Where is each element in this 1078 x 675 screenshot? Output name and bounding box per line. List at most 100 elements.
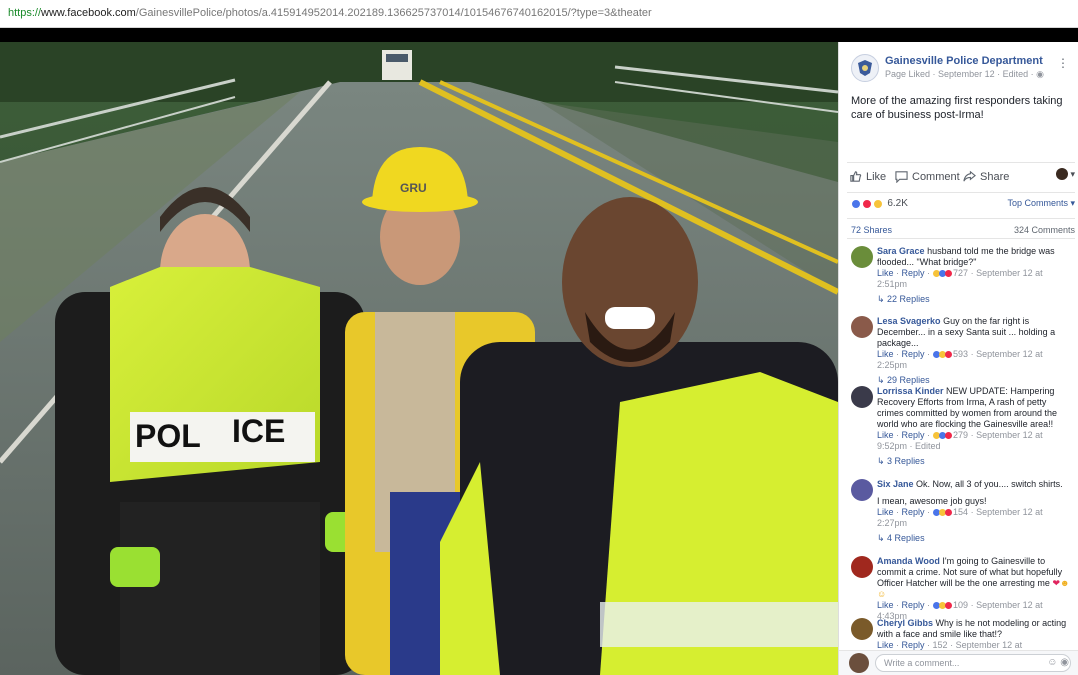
comment-like-link[interactable]: Like [877, 600, 894, 610]
commenter-avatar[interactable] [851, 386, 873, 408]
comment-meta: Like · Reply · 279 · September 12 at 9:5… [877, 430, 1043, 451]
comment-reply-link[interactable]: Reply [902, 268, 925, 278]
page-name-link[interactable]: Gainesville Police Department [885, 55, 1043, 67]
page-liked-status[interactable]: Page Liked [885, 69, 930, 79]
comment-like-link[interactable]: Like [877, 640, 894, 650]
commenter-name[interactable]: Amanda Wood [877, 556, 940, 566]
comment-body: Amanda Wood I'm going to Gainesville to … [877, 552, 1073, 600]
emoji-icon[interactable]: ☺ [1047, 657, 1057, 668]
commenter-avatar[interactable] [851, 479, 873, 501]
comment-reply-link[interactable]: Reply [902, 640, 925, 650]
comment-meta: Like · Reply · 727 · September 12 at 2:5… [877, 268, 1043, 289]
url-host: www.facebook.com [41, 7, 136, 19]
share-button[interactable]: Share [963, 170, 1009, 183]
hat-text: GRU [400, 181, 427, 195]
comment-label: Comment [912, 170, 960, 183]
engagement-counts: 72 Shares 324 Comments [851, 225, 1075, 235]
divider [847, 162, 1075, 163]
commenter-name[interactable]: Sara Grace [877, 246, 925, 256]
comment-like-link[interactable]: Like [877, 430, 894, 440]
view-replies-link[interactable]: ↳ 3 Replies [877, 452, 1073, 471]
comment-reaction-count[interactable]: 727 [953, 268, 968, 278]
divider [847, 238, 1075, 239]
comment-item: Amanda Wood I'm going to Gainesville to … [839, 552, 1078, 621]
divider [847, 218, 1075, 219]
comment-text: Ok. Now, all 3 of you.... switch shirts. [916, 479, 1063, 489]
view-replies-link[interactable]: ↳ 4 Replies [877, 529, 1073, 548]
comment-like-link[interactable]: Like [877, 268, 894, 278]
comment-body: Lorrissa Kinder NEW UPDATE: Hampering Re… [877, 382, 1073, 430]
top-comments-dropdown[interactable]: Top Comments ▾ [1007, 198, 1075, 209]
comment-reaction-count[interactable]: 279 [953, 430, 968, 440]
post-header: Gainesville Police Department Page Liked… [851, 54, 1071, 90]
post-edited[interactable]: Edited [1003, 69, 1029, 79]
more-options-icon[interactable]: ⋮ [1057, 56, 1069, 70]
comment-item: Lesa Svagerko Guy on the far right is De… [839, 312, 1078, 385]
commenter-avatar[interactable] [851, 316, 873, 338]
view-replies-link[interactable]: ↳ 22 Replies [877, 290, 1073, 309]
love-reaction-icon [944, 509, 952, 517]
viewer-top-band [0, 28, 1078, 42]
post-text: More of the amazing first responders tak… [851, 95, 1063, 121]
comments-count[interactable]: 324 Comments [1014, 225, 1075, 235]
comment-reaction-count[interactable]: 152 [933, 640, 948, 650]
comment-item: Lorrissa Kinder NEW UPDATE: Hampering Re… [839, 382, 1078, 475]
comment-button[interactable]: Comment [895, 170, 960, 183]
camera-icon[interactable]: ◉ [1060, 657, 1069, 668]
reactions-summary[interactable]: 6.2K Top Comments ▾ [851, 198, 1075, 212]
comment-list: Sara Grace husband told me the bridge wa… [839, 242, 1078, 654]
page-avatar[interactable] [851, 54, 879, 82]
url-text[interactable]: https://www.facebook.com/GainesvillePoli… [8, 7, 652, 19]
comment-time[interactable]: September 12 at [956, 640, 1023, 650]
comment-composer: Write a comment... ☺ ◉ [839, 650, 1078, 675]
comment-like-link[interactable]: Like [877, 349, 894, 359]
comment-reply-link[interactable]: Reply [902, 430, 925, 440]
wow-reaction-icon [872, 198, 883, 209]
love-reaction-icon [861, 198, 872, 209]
post-meta: Page Liked · September 12 · Edited · ◉ [885, 69, 1044, 79]
photo-viewer[interactable]: POL ICE GRU [0, 42, 838, 675]
love-reaction-icon [944, 351, 952, 359]
comment-item: Six Jane Ok. Now, all 3 of you.... switc… [839, 475, 1078, 552]
comment-reply-link[interactable]: Reply [902, 507, 925, 517]
police-badge-icon [858, 60, 872, 76]
comment-like-link[interactable]: Like [877, 507, 894, 517]
comment-reaction-count[interactable]: 109 [953, 600, 968, 610]
comment-meta: Like · Reply · 154 · September 12 at 2:2… [877, 507, 1043, 528]
heart-emoji-icon: ❤ [1052, 578, 1060, 588]
url-scheme: https:// [8, 7, 42, 19]
like-reaction-icon [851, 198, 861, 209]
reaction-selector[interactable]: ▾ [1056, 168, 1075, 180]
share-icon [963, 170, 976, 182]
globe-icon: ◉ [1036, 69, 1044, 79]
commenter-name[interactable]: Six Jane [877, 479, 914, 489]
share-label: Share [980, 170, 1010, 183]
address-bar[interactable]: https://www.facebook.com/GainesvillePoli… [0, 0, 1078, 28]
commenter-name[interactable]: Cheryl Gibbs [877, 618, 933, 628]
write-comment-input[interactable]: Write a comment... [875, 654, 1071, 672]
comment-text-second-line: I mean, awesome job guys! [877, 496, 987, 506]
comment-edited[interactable]: Edited [915, 441, 941, 451]
commenter-avatar[interactable] [851, 618, 873, 640]
heart-eyes-emoji-icon: ☺ [877, 589, 887, 599]
comment-reaction-count[interactable]: 593 [953, 349, 968, 359]
shares-link[interactable]: 72 Shares [851, 225, 892, 235]
comment-reply-link[interactable]: Reply [902, 349, 925, 359]
commenter-avatar[interactable] [851, 556, 873, 578]
post-sidebar: Gainesville Police Department Page Liked… [838, 42, 1078, 675]
post-actions: Like Comment Share ▾ [849, 168, 1075, 188]
caret-down-icon: ▾ [1070, 168, 1075, 179]
comment-reply-link[interactable]: Reply [902, 600, 925, 610]
commenter-name[interactable]: Lesa Svagerko [877, 316, 941, 326]
comment-reaction-count[interactable]: 154 [953, 507, 968, 517]
selfie-photo: POL ICE GRU [0, 42, 838, 675]
commenter-avatar[interactable] [851, 246, 873, 268]
love-reaction-icon [944, 432, 952, 440]
commenter-name[interactable]: Lorrissa Kinder [877, 386, 944, 396]
comment-body: Sara Grace husband told me the bridge wa… [877, 242, 1073, 268]
vest-text-left: POL [135, 418, 201, 454]
post-date[interactable]: September 12 [938, 69, 995, 79]
like-button[interactable]: Like [849, 170, 886, 183]
love-reaction-icon [944, 602, 952, 610]
like-label: Like [866, 170, 887, 183]
